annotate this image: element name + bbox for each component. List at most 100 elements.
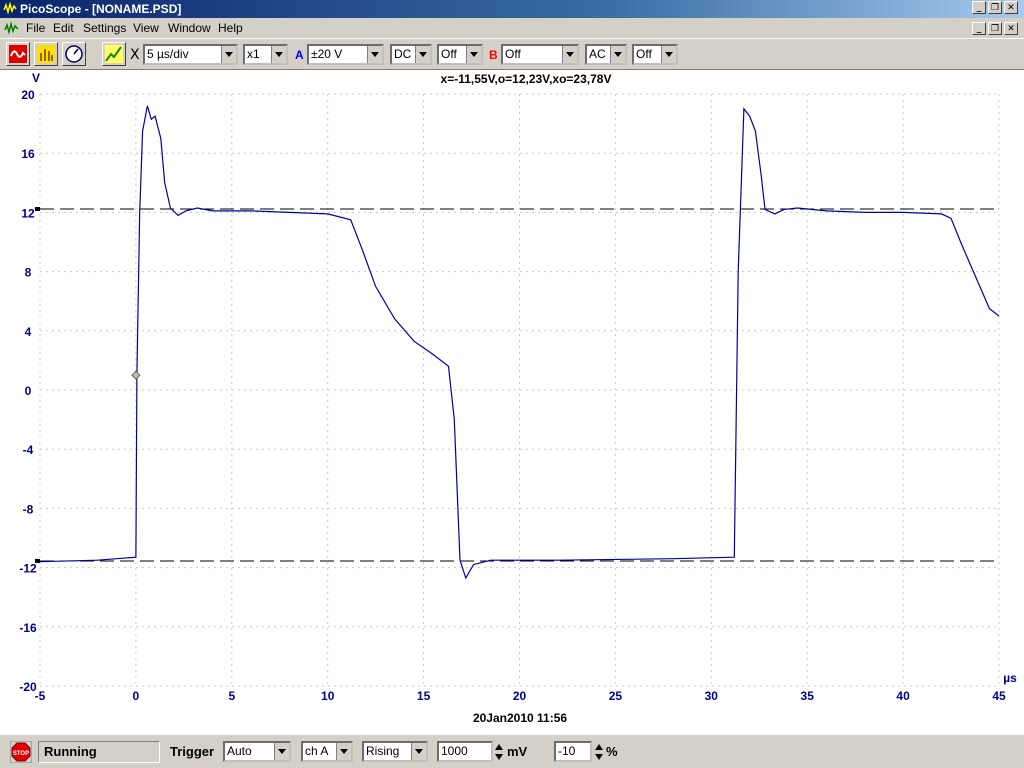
trigger-level-spinner-icon[interactable] xyxy=(494,741,504,763)
menu-help[interactable]: Help xyxy=(218,21,243,35)
window-title: PicoScope - [NONAME.PSD] xyxy=(20,2,182,16)
chevron-down-icon xyxy=(221,46,236,63)
x-tick-label: 10 xyxy=(321,689,335,703)
trigger-level-input[interactable]: 1000 xyxy=(437,741,493,762)
x-tick-label: 25 xyxy=(609,689,623,703)
trace-button[interactable] xyxy=(102,42,126,66)
channel-a-coupling-value: DC xyxy=(394,47,412,61)
status-bar: STOP Running Trigger Auto ch A Rising 10… xyxy=(0,734,1024,768)
x-tick-label: 35 xyxy=(801,689,815,703)
chevron-down-icon xyxy=(562,46,577,63)
x-tick-label: 0 xyxy=(133,689,140,703)
chevron-down-icon xyxy=(411,743,426,760)
meter-mode-button[interactable] xyxy=(62,42,86,66)
y-tick-label: -4 xyxy=(23,443,34,457)
channel-a-range-value: ±20 V xyxy=(311,47,343,61)
trigger-marker xyxy=(131,370,141,380)
menu-settings[interactable]: Settings xyxy=(83,21,126,35)
y-tick-label: -8 xyxy=(23,502,34,516)
channel-b-extra-select[interactable]: Off xyxy=(632,44,678,65)
channel-b-range-select[interactable]: Off xyxy=(501,44,579,65)
scope-icon xyxy=(9,45,27,63)
chevron-down-icon xyxy=(271,46,286,63)
cursor-readout: x=-11,55V,o=12,23V,xo=23,78V xyxy=(441,72,612,86)
stop-button[interactable]: STOP xyxy=(10,741,32,763)
channel-a-coupling-select[interactable]: DC xyxy=(390,44,432,65)
pre-unit-label: % xyxy=(606,744,618,759)
menu-bar: File Edit Settings View Window Help _ ❐ … xyxy=(0,18,1024,38)
doc-minimize-button[interactable]: _ xyxy=(972,22,986,35)
x-tick-label: 30 xyxy=(705,689,719,703)
x-tick-label: 45 xyxy=(992,689,1006,703)
trigger-edge-select[interactable]: Rising xyxy=(362,741,428,762)
trigger-level-value: 1000 xyxy=(441,744,468,758)
x-tick-label: 20 xyxy=(513,689,527,703)
x-tick-label: 15 xyxy=(417,689,431,703)
doc-restore-button[interactable]: ❐ xyxy=(988,22,1002,35)
spectrum-mode-button[interactable] xyxy=(34,42,58,66)
timebase-select[interactable]: 5 µs/div xyxy=(143,44,238,65)
channel-a-extra-value: Off xyxy=(441,47,457,61)
timebase-value: 5 µs/div xyxy=(147,47,189,61)
meter-icon xyxy=(65,45,83,63)
pre-trigger-value: -10 xyxy=(558,744,576,758)
channel-a-extra-select[interactable]: Off xyxy=(437,44,483,65)
x-mark: X xyxy=(130,47,140,63)
chevron-down-icon xyxy=(367,46,382,63)
trigger-channel-value: ch A xyxy=(305,744,329,758)
document-window-controls: _ ❐ ✕ xyxy=(972,22,1018,35)
title-bar: PicoScope - [NONAME.PSD] _ ❐ ✕ xyxy=(0,0,1024,18)
x-tick-label: 40 xyxy=(896,689,910,703)
x-tick-label: -5 xyxy=(35,689,46,703)
x-axis-label: µs xyxy=(1003,671,1017,685)
pre-trigger-input[interactable]: -10 xyxy=(554,741,592,762)
chevron-down-icon xyxy=(415,46,430,63)
x-tick-label: 5 xyxy=(228,689,235,703)
trigger-mode-value: Auto xyxy=(227,744,252,758)
y-tick-label: 0 xyxy=(25,384,32,398)
multiplier-select[interactable]: x1 xyxy=(243,44,288,65)
menu-edit[interactable]: Edit xyxy=(53,21,74,35)
timestamp: 20Jan2010 11:56 xyxy=(473,711,567,725)
trace-icon xyxy=(105,45,123,63)
close-button[interactable]: ✕ xyxy=(1004,1,1018,14)
channel-b-range-value: Off xyxy=(505,47,521,61)
chevron-down-icon xyxy=(336,743,351,760)
cursor-marker-1 xyxy=(35,206,40,211)
menu-file[interactable]: File xyxy=(26,21,45,35)
trigger-channel-select[interactable]: ch A xyxy=(301,741,353,762)
toolbar: X 5 µs/div x1 A ±20 V DC Off B Off AC Of… xyxy=(0,38,1024,70)
channel-b-coupling-select[interactable]: AC xyxy=(585,44,627,65)
multiplier-value: x1 xyxy=(247,47,260,61)
channel-a-range-select[interactable]: ±20 V xyxy=(307,44,384,65)
trigger-mode-select[interactable]: Auto xyxy=(223,741,291,762)
restore-button[interactable]: ❐ xyxy=(988,1,1002,14)
spectrum-icon xyxy=(37,45,55,63)
y-tick-label: -16 xyxy=(19,621,37,635)
y-tick-label: 4 xyxy=(25,325,32,339)
minimize-button[interactable]: _ xyxy=(972,1,986,14)
y-tick-label: -12 xyxy=(19,562,37,576)
channel-b-extra-value: Off xyxy=(636,47,652,61)
scope-plot[interactable]: 201612840-4-8-12-16-20-5 0 5 10 15 20 25 30 35 40… xyxy=(0,70,1024,734)
trigger-edge-value: Rising xyxy=(366,744,400,758)
window-controls: _ ❐ ✕ xyxy=(972,1,1018,14)
chevron-down-icon xyxy=(274,743,289,760)
menu-view[interactable]: View xyxy=(133,21,159,35)
cursor-marker-2 xyxy=(35,558,40,563)
y-axis-label: V xyxy=(32,71,40,85)
scope-mode-button[interactable] xyxy=(6,42,30,66)
channel-a-label: A xyxy=(295,48,304,62)
trigger-label: Trigger xyxy=(170,744,215,759)
stop-label: STOP xyxy=(13,751,29,757)
y-tick-label: 12 xyxy=(21,206,35,220)
document-icon[interactable] xyxy=(4,21,20,35)
menu-window[interactable]: Window xyxy=(168,21,211,35)
chevron-down-icon xyxy=(661,46,676,63)
doc-close-button[interactable]: ✕ xyxy=(1004,22,1018,35)
running-status: Running xyxy=(38,741,160,763)
chevron-down-icon xyxy=(610,46,625,63)
channel-b-label: B xyxy=(489,48,498,62)
level-unit-label: mV xyxy=(507,744,528,759)
pre-trigger-spinner-icon[interactable] xyxy=(594,741,604,763)
